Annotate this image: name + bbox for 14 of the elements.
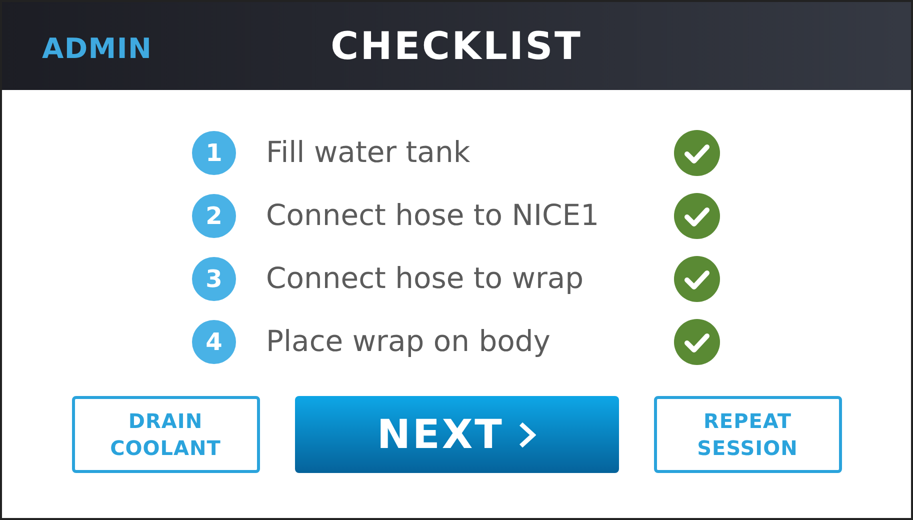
chevron-right-icon <box>518 420 536 448</box>
step-label: Connect hose to wrap <box>266 260 585 297</box>
step-label: Connect hose to NICE1 <box>266 196 600 234</box>
page-title: CHECKLIST <box>330 22 582 70</box>
step-number: 2 <box>192 194 236 238</box>
step-number: 1 <box>192 130 236 174</box>
outline-button[interactable]: REPEAT SESSION <box>654 396 842 473</box>
step-label: Fill water tank <box>266 134 472 171</box>
outline-button[interactable]: DRAIN COOLANT <box>72 396 260 473</box>
step-label: Place wrap on body <box>266 322 552 360</box>
step-number: 3 <box>192 256 236 300</box>
step-number: 4 <box>192 320 236 364</box>
next-button[interactable]: NEXT <box>294 396 618 473</box>
admin-link[interactable]: ADMIN <box>42 28 152 70</box>
